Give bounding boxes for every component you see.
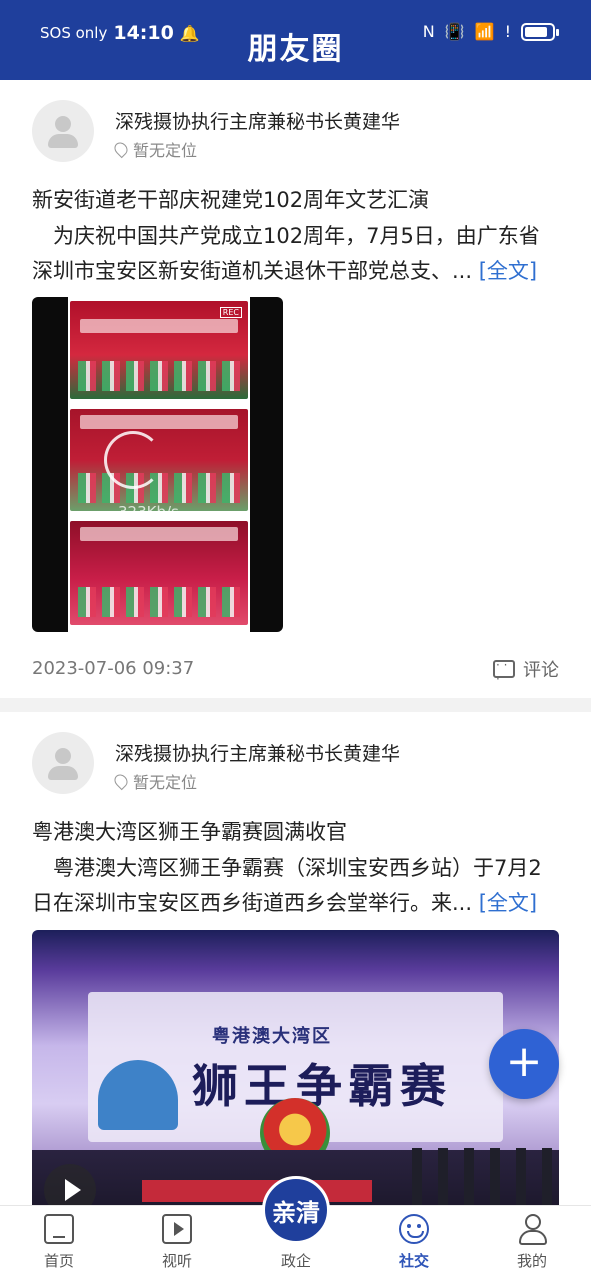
comment-button[interactable]: 评论 [493, 656, 559, 686]
location-pin-icon [111, 771, 131, 791]
avatar-body-shape [48, 766, 78, 780]
tab-mine[interactable]: 我的 [502, 1214, 562, 1271]
dancers [78, 473, 240, 503]
battery-icon [521, 22, 559, 41]
dancers [78, 361, 240, 391]
location-pin-icon [111, 139, 131, 159]
feed-post[interactable]: 深残摄协执行主席兼秘书长黄建华 暂无定位 新安街道老干部庆祝建党102周年文艺汇… [0, 80, 591, 698]
avatar-body-shape [48, 134, 78, 148]
backdrop-title: 狮王争霸赛 [192, 1059, 452, 1113]
comment-icon [493, 658, 515, 686]
post-excerpt-text: 为庆祝中国共产党成立102周年，7月5日，由广东省深圳市宝安区新安街道机关退休干… [32, 224, 540, 283]
feed-post[interactable]: 深残摄协执行主席兼秘书长黄建华 暂无定位 粤港澳大湾区狮王争霸赛圆满收官 粤港澳… [0, 712, 591, 1205]
rec-indicator: REC [219, 307, 242, 318]
tab-label: 我的 [516, 1252, 547, 1270]
tab-social[interactable]: 社交 [384, 1214, 444, 1271]
post-video-thumbnail[interactable]: 粤港澳大湾区 狮王争霸赛 [32, 930, 559, 1205]
profile-icon [517, 1214, 547, 1245]
read-more-link[interactable]: [全文] [479, 891, 537, 915]
read-more-link[interactable]: [全文] [479, 259, 537, 283]
stage-table [142, 1180, 372, 1202]
post-divider [0, 698, 591, 712]
top-header: SOS only 14:10 🔔 朋友圈 N 📳 📶 ! [0, 0, 591, 80]
tab-label: 首页 [43, 1252, 74, 1270]
wifi-icon: 📶 [474, 22, 495, 41]
post-excerpt[interactable]: 为庆祝中国共产党成立102周年，7月5日，由广东省深圳市宝安区新安街道机关退休干… [32, 219, 559, 289]
post-location: 暂无定位 [111, 137, 198, 161]
dancers [78, 587, 240, 617]
tab-home[interactable]: 首页 [29, 1214, 89, 1271]
post-excerpt-text: 粤港澳大湾区狮王争霸赛（深圳宝安西乡站）于7月2日在深圳市宝安区西乡街道西乡会堂… [32, 856, 542, 915]
post-location: 暂无定位 [111, 769, 198, 793]
buffer-speed: 323Kb/s [118, 503, 179, 521]
location-text: 暂无定位 [133, 141, 198, 160]
post-title[interactable]: 新安街道老干部庆祝建党102周年文艺汇演 [32, 184, 429, 214]
chat-icon [399, 1214, 429, 1244]
avatar[interactable] [32, 100, 94, 162]
post-timestamp: 2023-07-06 09:37 [32, 658, 195, 679]
nfc-icon: N [422, 22, 435, 41]
add-post-button[interactable]: + [489, 1029, 559, 1099]
status-bar-right: N 📳 📶 ! [422, 22, 559, 41]
post-video-thumbnail[interactable]: REC 323Kb/s [32, 297, 283, 632]
stage-photo-1: REC [70, 301, 248, 399]
tab-video[interactable]: 视听 [147, 1214, 207, 1271]
tab-label: 政企 [280, 1252, 311, 1270]
tab-label: 视听 [161, 1252, 192, 1270]
stage-banner [80, 527, 238, 541]
performer [98, 1060, 178, 1130]
comment-label: 评论 [523, 660, 559, 681]
post-title[interactable]: 粤港澳大湾区狮王争霸赛圆满收官 [32, 816, 347, 846]
tab-label: 社交 [398, 1252, 429, 1270]
center-logo-button[interactable]: 亲清 [262, 1176, 330, 1244]
stage-banner [80, 415, 238, 429]
vibrate-icon: 📳 [444, 22, 465, 41]
backdrop-subtitle: 粤港澳大湾区 [212, 1026, 332, 1047]
avatar[interactable] [32, 732, 94, 794]
alert-icon: ! [504, 22, 511, 41]
home-icon [44, 1214, 74, 1244]
avatar-placeholder-icon [55, 748, 71, 764]
loading-spinner-icon [104, 431, 162, 489]
post-author[interactable]: 深残摄协执行主席兼秘书长黄建华 [115, 107, 400, 134]
location-text: 暂无定位 [133, 773, 198, 792]
stage-banner [80, 319, 238, 333]
avatar-placeholder-icon [55, 116, 71, 132]
post-excerpt[interactable]: 粤港澳大湾区狮王争霸赛（深圳宝安西乡站）于7月2日在深圳市宝安区西乡街道西乡会堂… [32, 851, 559, 921]
post-author[interactable]: 深残摄协执行主席兼秘书长黄建华 [115, 739, 400, 766]
stage-photo-3 [70, 521, 248, 625]
video-icon [162, 1214, 192, 1244]
audience [412, 1148, 552, 1205]
